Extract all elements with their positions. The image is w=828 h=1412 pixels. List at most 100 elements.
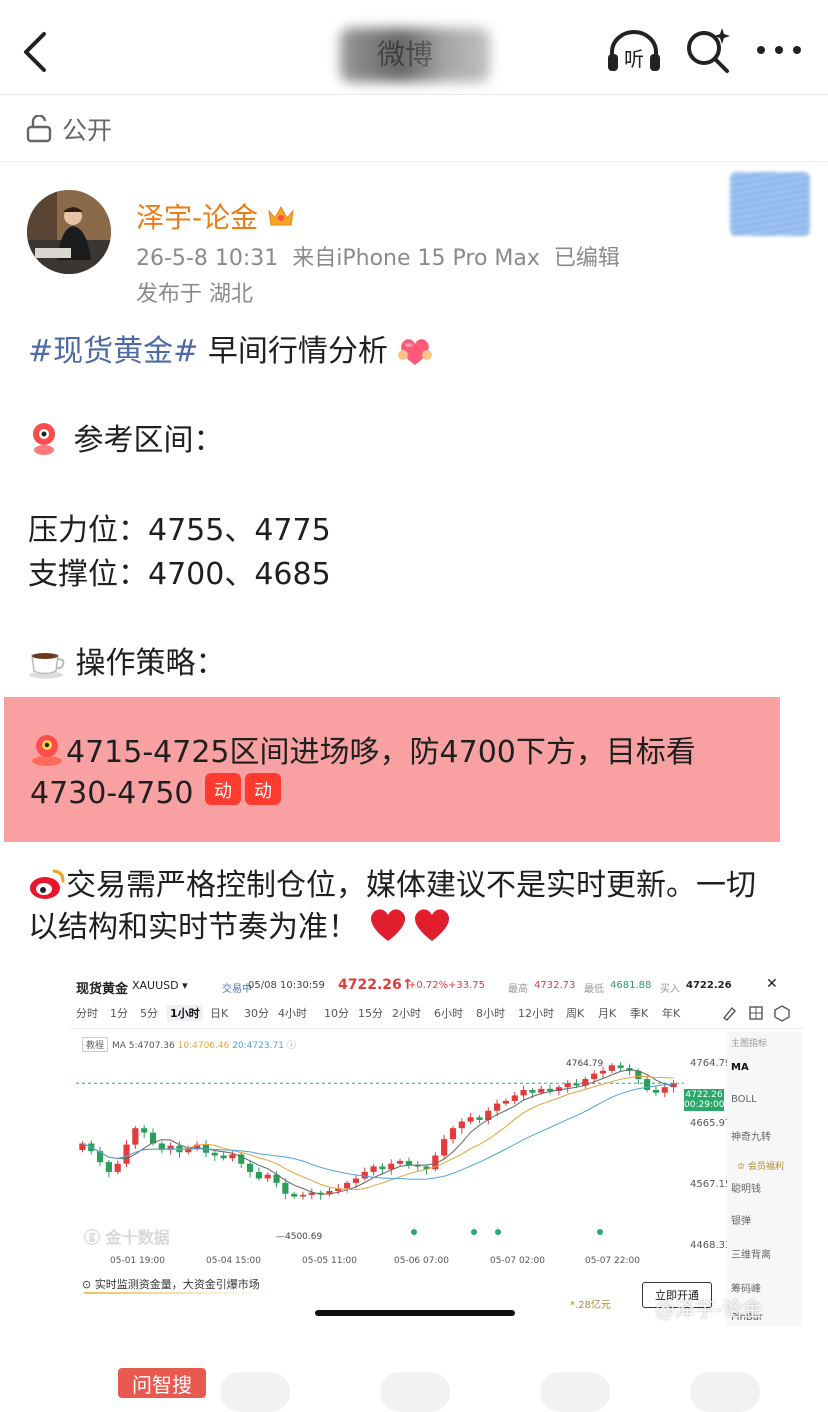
promo-text[interactable]: ⊙ 实时监测资金量，大资金引爆市场 [82, 1276, 260, 1292]
y-tick-4: 4468.33 [690, 1240, 732, 1251]
jiayou-sticker-icon: 动 动 [205, 773, 282, 805]
low-label: 最低 [584, 984, 604, 995]
warning-line-2: 以结构和实时节奏为准！ [28, 902, 454, 946]
candle [299, 1194, 307, 1197]
candle [379, 1166, 386, 1170]
ai-search-icon[interactable] [684, 26, 732, 74]
promo-amount: *.28亿元 [570, 1300, 611, 1311]
timeframe-tab[interactable]: 年K [662, 1005, 680, 1021]
red-mascot-icon [32, 735, 62, 766]
candle [458, 1121, 465, 1129]
listen-headphones-icon[interactable]: 听 [606, 28, 662, 74]
timeframe-tab[interactable]: 1分 [110, 1005, 128, 1021]
post-title-text: 早间行情分析 [207, 334, 388, 369]
candle [502, 1100, 510, 1104]
candle [132, 1128, 139, 1145]
timeframe-tab[interactable]: 15分 [358, 1005, 383, 1021]
strategy-text-1: 4715-4725区间进场哆，防4700下方，目标看 [66, 735, 696, 770]
candle [291, 1193, 298, 1197]
candle [661, 1087, 668, 1093]
candle [538, 1088, 545, 1093]
timeframe-tab[interactable]: 月K [598, 1005, 616, 1021]
avatar[interactable] [27, 190, 111, 274]
candle [246, 1163, 254, 1172]
chart-watermark: ⓖ 金十数据 [84, 1228, 170, 1247]
author-name[interactable]: 泽宇-论金 [136, 196, 296, 236]
timeframe-tab[interactable]: 5分 [140, 1005, 158, 1021]
gold-chart-image[interactable]: 现货黄金 XAUUSD ▾ 交易中 05/08 10:30:59 4722.26… [70, 966, 805, 1326]
timeframe-tab[interactable]: 8小时 [476, 1005, 505, 1021]
timeframe-tab[interactable]: 30分 [244, 1005, 269, 1021]
chart-symbol[interactable]: XAUUSD ▾ [132, 979, 188, 992]
candle [114, 1163, 121, 1172]
change-abs: +33.75 [448, 980, 486, 991]
candle [449, 1128, 457, 1140]
listen-label: 听 [624, 47, 644, 71]
indicator-option[interactable]: 神奇九转 [731, 1128, 771, 1143]
event-marker [495, 1229, 501, 1235]
redacted-scribble [730, 172, 810, 236]
candle [441, 1139, 448, 1156]
timeframe-tab[interactable]: 10分 [324, 1005, 349, 1021]
side-panel-title: 主图指标 [731, 1039, 768, 1049]
ma20-line [82, 1083, 674, 1180]
back-chevron-icon[interactable] [18, 30, 54, 74]
indicator-option[interactable]: 聪明钱 [731, 1180, 761, 1195]
timeframe-tab[interactable]: 1小时 [167, 1005, 203, 1021]
timeframe-tab[interactable]: 日K [210, 1005, 228, 1021]
timeframe-tab[interactable]: 季K [630, 1005, 648, 1021]
candle [344, 1182, 351, 1189]
candle [467, 1117, 474, 1122]
indicator-option[interactable]: 三维背离 [731, 1246, 771, 1261]
candle [652, 1089, 660, 1093]
coffee-cup-icon [29, 653, 65, 679]
candle [573, 1083, 580, 1086]
x-label-1: 05-01 19:00 [110, 1256, 165, 1266]
candle [361, 1171, 368, 1179]
high-label: 最高 [508, 984, 528, 995]
x-label-5: 05-07 02:00 [490, 1256, 545, 1266]
post-source: 来自iPhone 15 Pro Max [292, 246, 540, 271]
post-meta: 26-5-8 10:31 来自iPhone 15 Pro Max 已编辑 [136, 240, 620, 272]
timeframe-tab[interactable]: 6小时 [434, 1005, 463, 1021]
strategy-text-2: 4730-4750 [30, 776, 194, 811]
post-title-line: #现货黄金# 早间行情分析 [28, 326, 433, 370]
timeframe-tab[interactable]: 4小时 [278, 1005, 307, 1021]
reference-heading-text: 参考区间： [73, 423, 224, 458]
action-placeholder [690, 1372, 760, 1412]
post-location: 发布于 湖北 [136, 282, 253, 307]
home-indicator [315, 1310, 515, 1316]
candle [105, 1162, 112, 1172]
hashtag-link[interactable]: #现货黄金# [28, 334, 198, 369]
timeframe-tab[interactable]: 12小时 [518, 1005, 554, 1021]
x-label-2: 05-04 15:00 [206, 1256, 261, 1266]
event-marker [471, 1229, 477, 1235]
indicator-option[interactable]: BOLL [731, 1094, 757, 1105]
candle [96, 1151, 104, 1163]
candle [141, 1128, 148, 1133]
candlestick-chart[interactable] [70, 1046, 730, 1236]
chart-tool-icons[interactable] [720, 1004, 804, 1022]
weibo-logo-icon [30, 869, 65, 899]
more-dots-icon[interactable] [755, 42, 803, 58]
warning-line-1: 交易需严格控制仓位，媒体建议不是实时更新。一切 [28, 860, 756, 904]
indicator-option[interactable]: 银弹 [731, 1212, 751, 1227]
chart-instrument-name: 现货黄金 [76, 982, 129, 997]
heart-hug-emoji-icon [398, 339, 433, 365]
member-badge[interactable]: ♔ 会员福利 [737, 1159, 784, 1172]
ask-smart-search-button[interactable]: 问智搜 [118, 1368, 206, 1398]
nav-title: 微博 [300, 18, 510, 88]
candle [220, 1155, 227, 1159]
candle [352, 1178, 360, 1183]
timeframe-tab[interactable]: 周K [566, 1005, 584, 1021]
edited-label[interactable]: 已编辑 [554, 246, 620, 271]
reference-heading: 参考区间： [28, 415, 224, 459]
timeframe-tab[interactable]: 2小时 [392, 1005, 421, 1021]
close-icon[interactable]: ✕ [766, 976, 778, 992]
indicator-side-panel: 主图指标 MA BOLL 神奇九转 聪明钱 银弹 三维背离 筹码峰 PinBar ♔ 会员福利 [727, 1032, 802, 1326]
timeframe-tab[interactable]: 分时 [76, 1005, 98, 1021]
author-name-text[interactable]: 泽宇-论金 [136, 196, 258, 236]
strategy-line-2: 4730-4750 动 动 [30, 771, 283, 811]
candle [644, 1079, 651, 1090]
indicator-option[interactable]: MA [731, 1062, 749, 1073]
